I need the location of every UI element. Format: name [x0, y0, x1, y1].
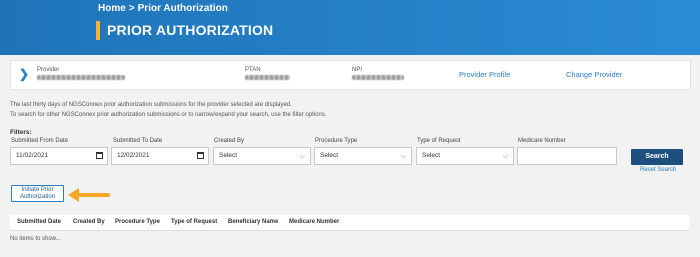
column-header[interactable]: Procedure Type	[115, 219, 160, 225]
type-of-request-value: Select	[422, 152, 441, 159]
type-of-request-label: Type of Request	[417, 138, 461, 144]
provider-card: ❯ Provider PTAN NPI Provider Profile Cha…	[10, 60, 691, 90]
change-provider-link[interactable]: Change Provider	[566, 70, 622, 79]
initiate-label-line2: Authorization	[19, 194, 56, 200]
submitted-from-date-input[interactable]: 11/02/2021	[10, 147, 108, 165]
submitted-to-label: Submitted To Date	[113, 138, 163, 144]
provider-profile-link[interactable]: Provider Profile	[459, 70, 510, 79]
created-by-label: Created By	[214, 138, 245, 144]
procedure-type-select[interactable]: Select ⌵	[314, 147, 412, 165]
search-button[interactable]: Search	[631, 149, 683, 165]
calendar-icon[interactable]	[197, 152, 204, 159]
breadcrumb-home[interactable]: Home	[98, 3, 126, 14]
type-of-request-select[interactable]: Select ⌵	[416, 147, 514, 165]
procedure-type-label: Procedure Type	[315, 138, 358, 144]
initiate-prior-authorization-button[interactable]: Initiate Prior Authorization	[11, 185, 64, 202]
ptan-value-redacted	[245, 75, 290, 80]
page-header: Home > Prior Authorization PRIOR AUTHORIZA…	[0, 0, 700, 55]
breadcrumb-current: Prior Authorization	[137, 3, 228, 14]
created-by-select[interactable]: Select ⌵	[213, 147, 311, 165]
reset-search-link[interactable]: Reset Search	[640, 167, 676, 173]
empty-table-message: No items to show...	[10, 236, 61, 242]
results-table-header: Submitted Date Created By Procedure Type…	[10, 215, 689, 231]
medicare-number-label: Medicare Number	[518, 138, 566, 144]
created-by-value: Select	[219, 152, 238, 159]
provider-value-redacted	[37, 75, 125, 80]
submitted-to-value: 12/02/2021	[117, 152, 150, 159]
submitted-from-value: 11/02/2021	[16, 152, 49, 159]
chevron-down-icon: ⌵	[502, 153, 508, 160]
column-header[interactable]: Medicare Number	[289, 219, 339, 225]
provider-label: Provider	[37, 67, 60, 73]
initiate-label-line1: Initiate Prior	[21, 187, 54, 193]
title-accent-bar	[96, 21, 100, 40]
filters-heading: Filters:	[10, 129, 32, 136]
info-text-line2: To search for other NGSConnex prior auth…	[10, 112, 327, 118]
procedure-type-value: Select	[320, 152, 339, 159]
column-header[interactable]: Type of Request	[171, 219, 217, 225]
column-header[interactable]: Created By	[73, 219, 105, 225]
breadcrumb: Home > Prior Authorization	[98, 3, 228, 14]
ptan-label: PTAN	[245, 67, 261, 73]
info-text-line1: The last thirty days of NGSConnex prior …	[10, 102, 292, 108]
breadcrumb-separator: >	[128, 3, 135, 14]
chevron-down-icon: ⌵	[400, 153, 406, 160]
pointer-arrow-icon	[68, 188, 110, 202]
calendar-icon[interactable]	[96, 152, 103, 159]
submitted-from-label: Submitted From Date	[11, 138, 69, 144]
npi-value-redacted	[352, 75, 404, 80]
column-header[interactable]: Submitted Date	[17, 219, 61, 225]
column-header[interactable]: Beneficiary Name	[228, 219, 278, 225]
npi-label: NPI	[352, 67, 363, 73]
chevron-down-icon: ⌵	[299, 153, 305, 160]
expand-chevron-icon[interactable]: ❯	[19, 67, 29, 81]
medicare-number-input[interactable]	[517, 147, 617, 165]
page-title: PRIOR AUTHORIZATION	[107, 22, 274, 38]
submitted-to-date-input[interactable]: 12/02/2021	[111, 147, 209, 165]
